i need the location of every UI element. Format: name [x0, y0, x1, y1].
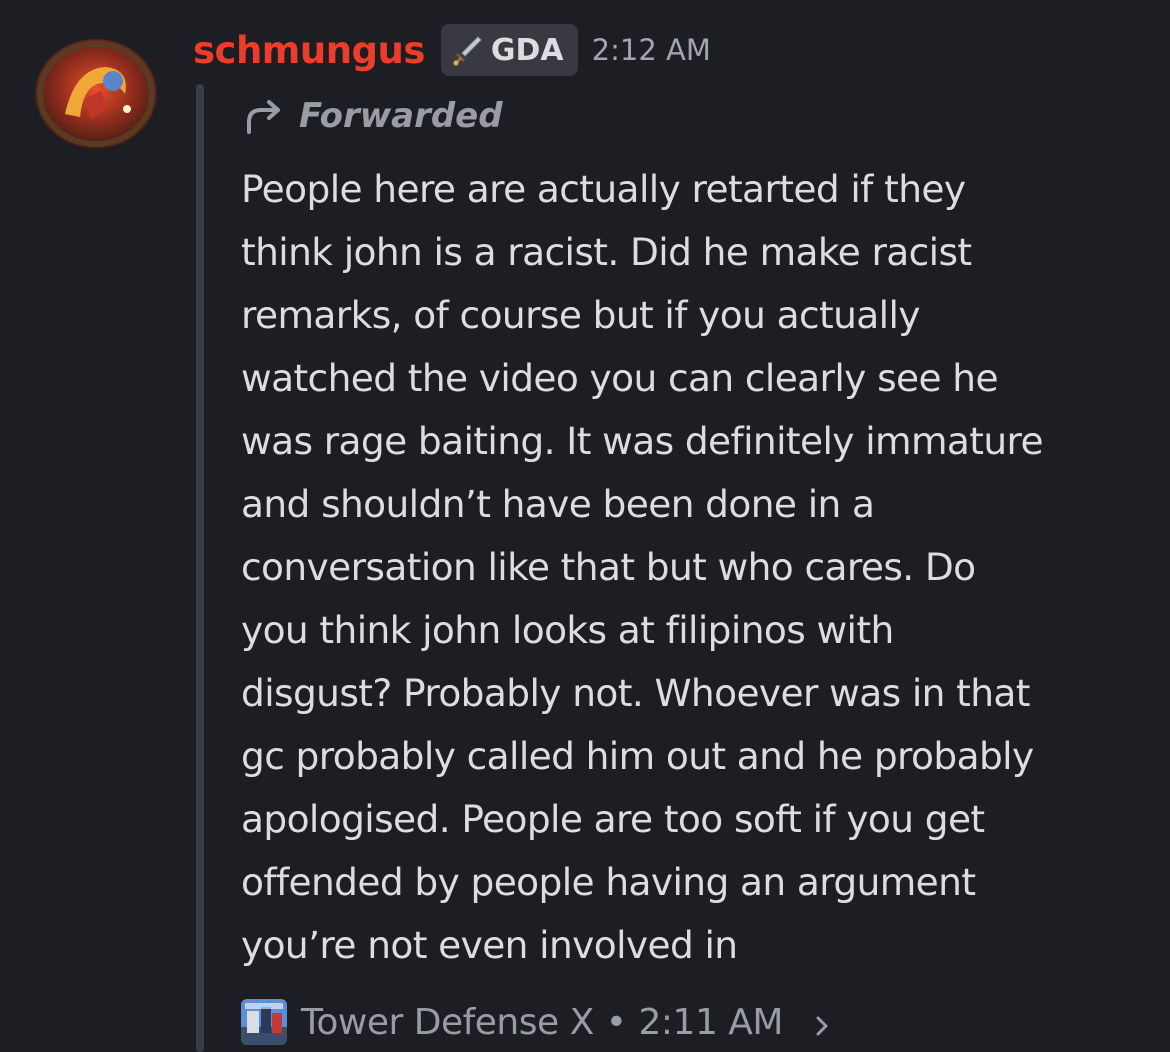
- source-timestamp: 2:11 AM: [638, 1001, 784, 1043]
- server-icon: [241, 999, 287, 1045]
- forwarded-label: Forwarded: [299, 96, 503, 136]
- forwarded-source[interactable]: Tower Defense X • 2:11 AM: [241, 996, 831, 1048]
- source-server-name: Tower Defense X: [301, 1001, 594, 1043]
- forward-indicator-bar: [196, 84, 204, 1052]
- server-tag-label: GDA: [490, 32, 564, 68]
- server-tag[interactable]: GDA: [440, 24, 578, 76]
- message-timestamp[interactable]: 2:12 AM: [592, 33, 711, 67]
- username[interactable]: schmungus: [193, 29, 425, 72]
- message-header: schmungus GDA 2:12 AM: [193, 20, 711, 80]
- source-separator: •: [605, 1001, 627, 1043]
- chevron-right-icon: [813, 1008, 831, 1036]
- sword-icon: [451, 33, 485, 67]
- message-body: People here are actually retarted if the…: [241, 167, 1044, 967]
- forwarded-label-row: Forwarded: [243, 92, 503, 140]
- avatar[interactable]: [35, 39, 157, 149]
- forward-arrow-icon: [243, 96, 285, 136]
